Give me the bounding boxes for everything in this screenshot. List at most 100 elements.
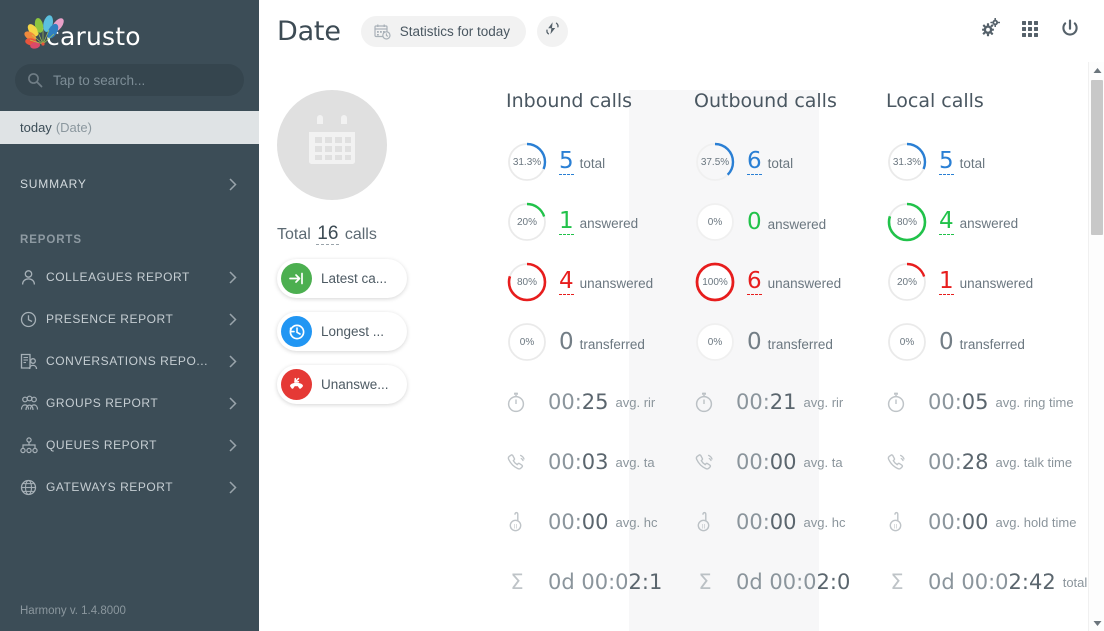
- latest-calls-button[interactable]: Latest ca...: [277, 259, 407, 298]
- selected-date-label: today: [20, 120, 52, 135]
- time-value: 00:03: [548, 450, 609, 474]
- stat-label: answered: [579, 215, 639, 231]
- progress-ring: 0%: [886, 321, 928, 363]
- settings-button[interactable]: [970, 11, 1010, 51]
- sidebar-item-summary[interactable]: SUMMARY: [0, 162, 259, 206]
- search-input[interactable]: [53, 72, 232, 88]
- calendar-avatar: [277, 90, 387, 200]
- ring-percent: 100%: [702, 276, 728, 288]
- chevron-right-icon: [229, 270, 241, 284]
- hold-hand-icon: ll: [886, 511, 916, 533]
- time-value: 00:21: [736, 390, 797, 414]
- stopwatch-icon: [694, 391, 724, 413]
- ring-percent: 31.3%: [892, 156, 922, 168]
- time-row: ll 00:00 avg. hc: [506, 492, 658, 552]
- longest-calls-button[interactable]: Longest ...: [277, 312, 407, 351]
- sidebar-item-colleagues-report[interactable]: COLLEAGUES REPORT: [0, 256, 259, 298]
- queue-icon: [20, 436, 46, 454]
- app-version: Harmony v. 1.4.8000: [20, 605, 126, 617]
- stat-value: 0: [747, 328, 762, 355]
- time-value: 0d 00:02:42: [928, 570, 1056, 594]
- sidebar-item-conversations-report[interactable]: CONVERSATIONS REPO...: [0, 340, 259, 382]
- vertical-scrollbar[interactable]: [1088, 62, 1104, 631]
- time-value: 00:25: [548, 390, 609, 414]
- power-button[interactable]: [1050, 11, 1090, 51]
- stat-row: 20% 1 unanswered: [886, 252, 1104, 312]
- ring-percent: 80%: [516, 276, 537, 288]
- sidebar-item-label: QUEUES REPORT: [46, 438, 157, 452]
- phone-ring-icon: [886, 452, 916, 473]
- time-label: avg. hc: [615, 514, 658, 530]
- stat-row: 80% 4 unanswered: [506, 252, 656, 312]
- time-row: 00:00 avg. ta: [694, 432, 846, 492]
- sidebar-item-label: SUMMARY: [20, 177, 87, 191]
- app-root: carusto today (Date) SUMMARY: [0, 0, 1104, 631]
- stat-text: 4 unanswered: [559, 269, 653, 295]
- time-value: 00:05: [928, 390, 989, 414]
- search-icon: [27, 72, 45, 88]
- stat-text: 1 unanswered: [939, 269, 1034, 295]
- sigma-icon: Σ: [694, 571, 724, 593]
- arrow-into-icon: [281, 263, 312, 294]
- time-label: avg. talk time: [995, 454, 1073, 470]
- sigma-icon: Σ: [506, 571, 536, 593]
- progress-ring: 37.5%: [694, 141, 736, 183]
- search-container: [0, 64, 259, 96]
- sidebar-item-queues-report[interactable]: QUEUES REPORT: [0, 424, 259, 466]
- progress-ring: 31.3%: [506, 141, 548, 183]
- scrollbar-thumb[interactable]: [1091, 80, 1103, 235]
- apps-button[interactable]: [1010, 11, 1050, 51]
- selected-date-row[interactable]: today (Date): [0, 111, 259, 144]
- time-value: 0d 00:02:0: [736, 570, 851, 594]
- sidebar-report-list: COLLEAGUES REPORT PRESENCE REPORT CONVER…: [0, 256, 259, 508]
- scroll-down-arrow[interactable]: [1089, 615, 1104, 631]
- stat-row: 31.3% 5 total: [886, 132, 1104, 192]
- sidebar-item-groups-report[interactable]: GROUPS REPORT: [0, 382, 259, 424]
- sidebar-item-presence-report[interactable]: PRESENCE REPORT: [0, 298, 259, 340]
- progress-ring: 80%: [886, 201, 928, 243]
- sidebar: carusto today (Date) SUMMARY: [0, 0, 259, 631]
- stat-row: 20% 1 answered: [506, 192, 656, 252]
- total-prefix: Total: [277, 226, 311, 243]
- stat-label: unanswered: [959, 275, 1034, 291]
- sidebar-item-label: GATEWAYS REPORT: [46, 480, 174, 494]
- stat-value: 0: [559, 328, 574, 355]
- phone-ring-icon: [694, 452, 724, 473]
- stat-value: 0: [747, 208, 762, 235]
- chevron-right-icon: [229, 396, 241, 410]
- ring-percent: 31.3%: [512, 156, 542, 168]
- stat-text: 0 transferred: [939, 330, 1025, 354]
- sidebar-section-reports: REPORTS: [20, 234, 82, 246]
- scroll-up-arrow[interactable]: [1089, 62, 1104, 78]
- sidebar-item-gateways-report[interactable]: GATEWAYS REPORT: [0, 466, 259, 508]
- carusto-logo-icon: [20, 10, 66, 52]
- sidebar-item-label: PRESENCE REPORT: [46, 312, 174, 326]
- brand-logo[interactable]: carusto: [0, 0, 259, 62]
- time-label: avg. ring time: [995, 394, 1074, 410]
- stat-label: answered: [767, 216, 827, 232]
- clock-icon: [20, 311, 46, 328]
- time-label: avg. rir: [803, 394, 844, 410]
- unanswered-calls-button[interactable]: Unanswe...: [277, 365, 407, 404]
- progress-ring: 0%: [694, 321, 736, 363]
- stat-text: 4 answered: [939, 209, 1018, 235]
- selected-date-type: (Date): [55, 120, 92, 135]
- stat-label: transferred: [959, 336, 1025, 352]
- svg-text:Σ: Σ: [510, 571, 523, 593]
- statistics-period-button[interactable]: Statistics for today: [360, 15, 527, 47]
- time-row: Σ 0d 00:02:0: [694, 552, 850, 612]
- chevron-right-icon: [229, 354, 241, 368]
- hold-hand-icon: ll: [694, 511, 724, 533]
- calendar-icon: [301, 112, 363, 179]
- search-box[interactable]: [15, 64, 244, 96]
- time-row: ll 00:00 avg. hold time: [886, 492, 1104, 552]
- stat-label: total: [579, 155, 606, 171]
- unanswered-calls-label: Unanswe...: [321, 377, 389, 392]
- refresh-button[interactable]: [537, 15, 569, 47]
- content-area: Total 16 calls Latest ca... Longest ... …: [259, 62, 1104, 631]
- inbound-column-title: Inbound calls: [506, 90, 633, 112]
- stat-row: 0% 0 answered: [694, 192, 846, 252]
- time-row: Σ 0d 00:02:1: [506, 552, 662, 612]
- chevron-right-icon: [229, 480, 241, 494]
- sidebar-item-label: CONVERSATIONS REPO...: [46, 354, 209, 368]
